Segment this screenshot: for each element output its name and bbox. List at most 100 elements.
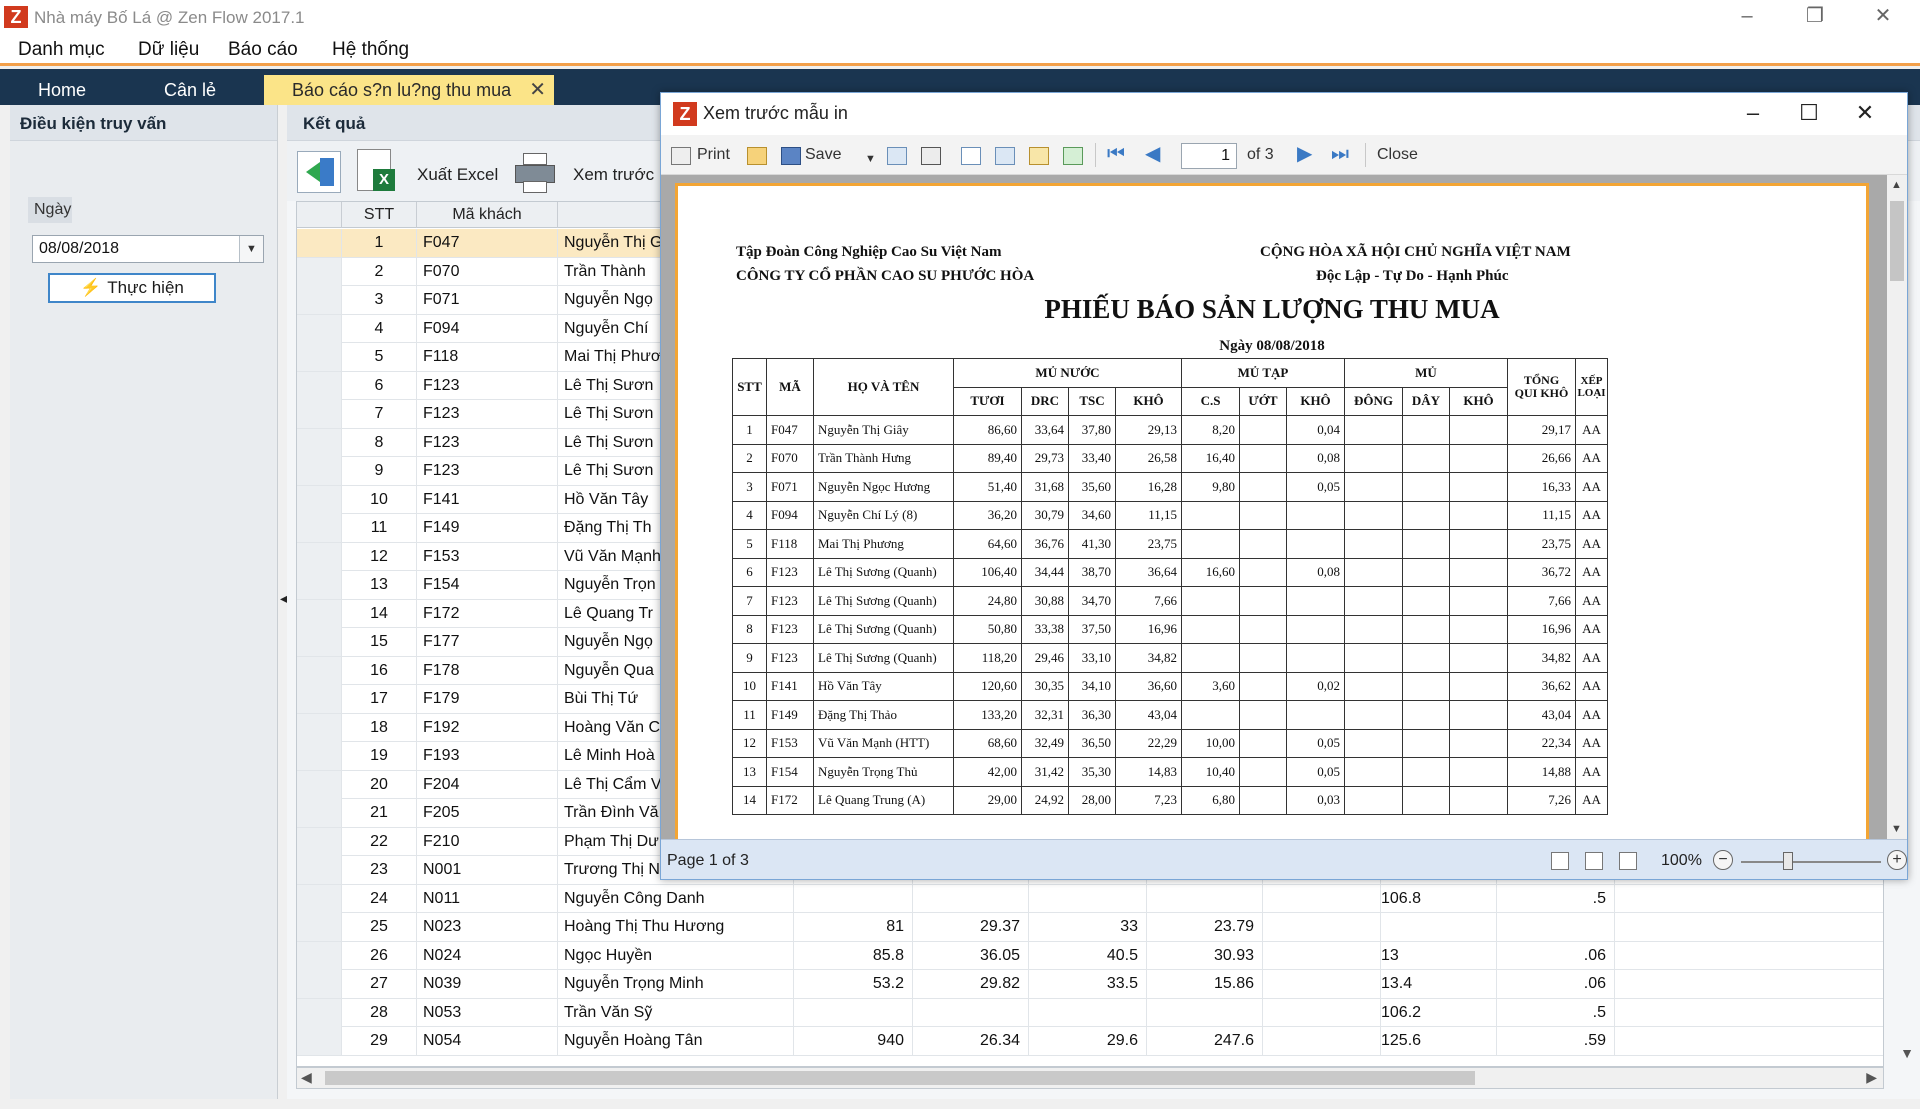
minimize-button[interactable]: – [1716,0,1778,34]
page-setup-icon[interactable] [961,147,981,165]
zoom-in-icon[interactable]: + [1887,850,1907,870]
open-folder-icon[interactable] [747,147,767,165]
row-indicator[interactable] [297,656,342,685]
next-page-icon[interactable]: ▶ [1297,143,1312,165]
row-indicator[interactable] [297,229,342,257]
report-row: 12 F153 Vũ Văn Mạnh (HTT) 68,60 32,49 36,50 22… [732,728,1608,758]
scroll-down-icon[interactable]: ▼ [1891,823,1902,835]
chevron-down-icon[interactable]: ▼ [239,236,263,262]
cell-value-3: 40.5 [1029,941,1147,970]
table-row[interactable]: 27 N039 Nguyễn Trọng Minh 53.2 29.82 33.5 15.8… [297,970,1883,999]
email-icon[interactable] [887,147,907,165]
row-indicator[interactable] [297,685,342,713]
two-page-icon[interactable] [1585,852,1603,870]
zoom-slider[interactable] [1741,861,1881,863]
row-indicator[interactable] [297,343,342,371]
multi-page-icon[interactable] [1619,852,1637,870]
row-indicator[interactable] [297,571,342,599]
row-indicator[interactable] [297,1027,342,1055]
table-row[interactable]: 24 N011 Nguyễn Công Danh 106.8.5 [297,884,1883,913]
printer-icon[interactable] [513,153,557,193]
report-cell [1239,785,1287,815]
page-number-input[interactable]: 1 [1181,143,1237,169]
previous-page-icon[interactable]: ◀ [1145,143,1160,165]
first-page-icon[interactable]: ⏮ [1107,143,1125,165]
row-indicator[interactable] [297,599,342,628]
row-indicator[interactable] [297,400,342,428]
scroll-down-icon[interactable]: ▼ [1900,1045,1914,1061]
close-preview-button[interactable]: Close [1377,145,1418,165]
tab-bao-cao-san-luong[interactable]: Báo cáo s?n lu?ng thu mua ✕ [264,75,554,105]
row-indicator[interactable] [297,485,342,514]
row-indicator[interactable] [297,286,342,314]
preview-scroll-thumb[interactable] [1890,201,1904,281]
menu-bao-cao[interactable]: Báo cáo [228,39,298,61]
header-ma-khach[interactable]: Mã khách [417,202,558,228]
report-cell [1449,614,1508,644]
zoom-out-icon[interactable]: − [1713,850,1733,870]
single-page-icon[interactable] [1551,852,1569,870]
row-indicator[interactable] [297,428,342,457]
report-cell: 31,42 [1021,757,1069,787]
save-button[interactable]: Save [805,145,841,165]
horizontal-scrollbar[interactable]: ◀ ▶ [296,1067,1884,1089]
row-indicator[interactable] [297,770,342,799]
row-indicator[interactable] [297,314,342,343]
row-indicator[interactable] [297,913,342,941]
tab-can-le[interactable]: Cân lẻ [134,75,246,105]
restore-button[interactable]: ❐ [1784,0,1846,34]
row-indicator[interactable] [297,827,342,856]
row-indicator[interactable] [297,856,342,884]
table-row[interactable]: 25 N023 Hoàng Thị Thu Hương 81 29.37 33 23.79 [297,913,1883,942]
row-indicator[interactable] [297,542,342,571]
row-indicator[interactable] [297,514,342,542]
preview-vertical-scrollbar[interactable]: ▲ ▼ [1887,175,1907,839]
row-indicator[interactable] [297,998,342,1027]
menu-du-lieu[interactable]: Dữ liệu [138,39,199,61]
find-icon[interactable] [921,147,941,165]
export-excel-button[interactable]: Xuất Excel [417,165,498,185]
parameters-icon[interactable] [995,147,1015,165]
scroll-left-icon[interactable]: ◀ [301,1069,312,1086]
print-button[interactable]: Print [697,145,730,165]
row-indicator[interactable] [297,884,342,913]
zoom-slider-thumb[interactable] [1783,852,1793,870]
row-indicator[interactable] [297,457,342,485]
scroll-thumb[interactable] [325,1071,1475,1085]
row-indicator[interactable] [297,713,342,742]
row-indicator[interactable] [297,799,342,827]
close-window-button[interactable]: ✕ [1852,0,1914,34]
tab-home[interactable]: Home [14,75,110,105]
edit-icon[interactable] [1029,147,1049,165]
menu-he-thong[interactable]: Hệ thống [332,39,409,61]
save-dropdown-icon[interactable]: ▼ [865,149,876,169]
dialog-minimize-button[interactable]: – [1725,95,1781,133]
report-cell [1344,614,1403,644]
row-indicator[interactable] [297,941,342,970]
row-indicator[interactable] [297,257,342,286]
row-indicator[interactable] [297,628,342,656]
menu-danh-muc[interactable]: Danh mục [18,39,105,61]
run-query-button[interactable]: ⚡ Thực hiện [48,273,216,303]
table-row[interactable]: 29 N054 Nguyễn Hoàng Tân 940 26.34 29.6 247.6 1… [297,1027,1883,1056]
dialog-maximize-button[interactable]: ☐ [1781,95,1837,133]
date-field[interactable]: 08/08/2018 ▼ [32,235,264,263]
table-row[interactable]: 28 N053 Trần Văn Sỹ 106.2.5 [297,998,1883,1027]
preview-button[interactable]: Xem trước [573,165,654,185]
report-cell: AA [1575,643,1608,673]
row-indicator[interactable] [297,371,342,400]
dialog-close-button[interactable]: ✕ [1837,95,1893,133]
excel-icon[interactable]: X [357,149,397,195]
scroll-up-icon[interactable]: ▲ [1891,179,1902,191]
header-stt[interactable]: STT [342,202,417,228]
row-indicator[interactable] [297,970,342,998]
table-row[interactable]: 26 N024 Ngọc Huyền 85.8 36.05 40.5 30.93 13.06 [297,941,1883,970]
back-icon[interactable] [297,151,341,193]
tab-close-icon[interactable]: ✕ [529,75,546,105]
save-icon[interactable] [781,147,801,165]
scroll-right-icon[interactable]: ▶ [1866,1069,1877,1086]
last-page-icon[interactable]: ⏭ [1331,143,1349,165]
watermark-icon[interactable] [1063,147,1083,165]
print-icon[interactable] [671,147,691,165]
row-indicator[interactable] [297,742,342,770]
